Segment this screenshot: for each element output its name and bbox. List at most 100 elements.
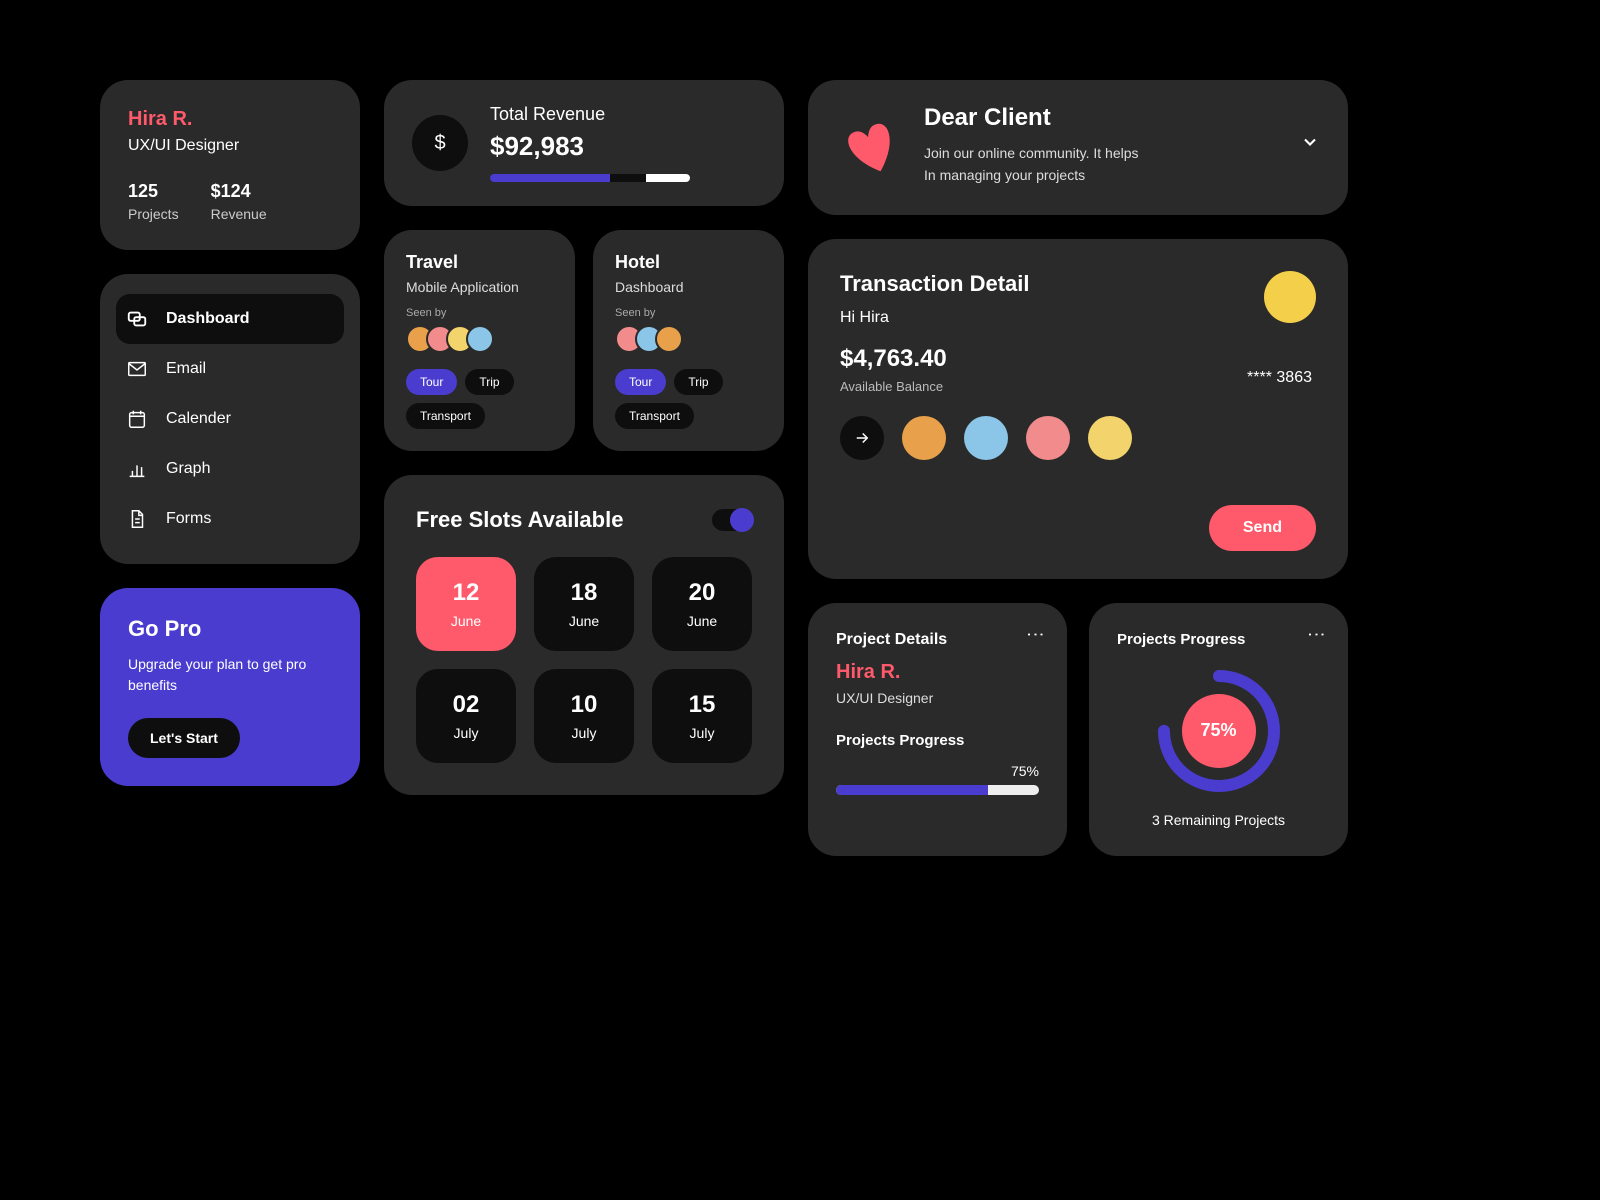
category-title: Travel bbox=[406, 252, 553, 273]
email-icon bbox=[126, 358, 148, 380]
slot-item[interactable]: 12 June bbox=[416, 557, 516, 651]
revenue-title: Total Revenue bbox=[490, 104, 690, 125]
profile-name: Hira R. bbox=[128, 108, 332, 131]
progress-ring-percent: 75% bbox=[1182, 694, 1256, 768]
slot-month: June bbox=[662, 613, 742, 629]
project-details-name: Hira R. bbox=[836, 661, 1039, 684]
tag-trip[interactable]: Trip bbox=[465, 369, 513, 395]
progress-ring-card: ⋮ Projects Progress 75% 3 Remaining Proj… bbox=[1089, 603, 1348, 856]
remaining-projects: 3 Remaining Projects bbox=[1152, 812, 1285, 828]
category-subtitle: Mobile Application bbox=[406, 279, 553, 295]
gopro-card: Go Pro Upgrade your plan to get pro bene… bbox=[100, 588, 360, 786]
more-icon[interactable]: ⋮ bbox=[1306, 625, 1327, 645]
slot-month: June bbox=[426, 613, 506, 629]
nav-item-calender[interactable]: Calender bbox=[116, 394, 344, 444]
transaction-title: Transaction Detail bbox=[840, 271, 1316, 297]
contact-avatar[interactable] bbox=[902, 416, 946, 460]
dollar-icon: $ bbox=[412, 115, 468, 171]
gopro-start-button[interactable]: Let's Start bbox=[128, 718, 240, 758]
slot-item[interactable]: 18 June bbox=[534, 557, 634, 651]
tag-transport[interactable]: Transport bbox=[406, 403, 485, 429]
slot-day: 02 bbox=[426, 691, 506, 719]
profile-role: UX/UI Designer bbox=[128, 137, 332, 155]
tag-tour[interactable]: Tour bbox=[406, 369, 457, 395]
nav-card: Dashboard Email Calender Graph bbox=[100, 274, 360, 564]
revenue-value: $124 bbox=[211, 181, 267, 202]
gopro-title: Go Pro bbox=[128, 616, 332, 642]
graph-icon bbox=[126, 458, 148, 480]
nav-item-dashboard[interactable]: Dashboard bbox=[116, 294, 344, 344]
chevron-down-icon[interactable] bbox=[1300, 132, 1320, 158]
client-banner[interactable]: Dear Client Join our online community. I… bbox=[808, 80, 1348, 215]
slot-day: 12 bbox=[426, 579, 506, 607]
seen-by-avatars bbox=[615, 325, 762, 353]
progress-heading: Projects Progress bbox=[836, 732, 1039, 749]
tag-trip[interactable]: Trip bbox=[674, 369, 722, 395]
projects-count: 125 bbox=[128, 181, 179, 202]
category-subtitle: Dashboard bbox=[615, 279, 762, 295]
slot-day: 15 bbox=[662, 691, 742, 719]
slot-day: 10 bbox=[544, 691, 624, 719]
project-details-card: ⋮ Project Details Hira R. UX/UI Designer… bbox=[808, 603, 1067, 856]
nav-label: Calender bbox=[166, 410, 231, 428]
slot-day: 18 bbox=[544, 579, 624, 607]
slot-item[interactable]: 15 July bbox=[652, 669, 752, 763]
slot-month: July bbox=[426, 725, 506, 741]
progress-ring: 75% bbox=[1154, 666, 1284, 796]
revenue-card: $ Total Revenue $92,983 bbox=[384, 80, 784, 206]
avatar[interactable] bbox=[1264, 271, 1316, 323]
progress-bar bbox=[836, 785, 1039, 795]
transaction-card: Transaction Detail Hi Hira $4,763.40 Ava… bbox=[808, 239, 1348, 579]
heart-icon bbox=[836, 110, 906, 180]
progress-percent: 75% bbox=[836, 763, 1039, 779]
profile-card: Hira R. UX/UI Designer 125 Projects $124… bbox=[100, 80, 360, 250]
contact-avatar[interactable] bbox=[964, 416, 1008, 460]
category-card-travel[interactable]: Travel Mobile Application Seen by Tour T… bbox=[384, 230, 575, 451]
category-title: Hotel bbox=[615, 252, 762, 273]
category-card-hotel[interactable]: Hotel Dashboard Seen by Tour Trip Transp… bbox=[593, 230, 784, 451]
banner-line1: Join our online community. It helps bbox=[924, 145, 1139, 161]
progress-ring-title: Projects Progress bbox=[1117, 631, 1245, 648]
tag-tour[interactable]: Tour bbox=[615, 369, 666, 395]
project-details-title: Project Details bbox=[836, 631, 1039, 649]
slot-month: July bbox=[662, 725, 742, 741]
slots-toggle[interactable] bbox=[712, 509, 752, 531]
contact-avatar[interactable] bbox=[1088, 416, 1132, 460]
balance-amount: $4,763.40 bbox=[840, 345, 1316, 373]
banner-title: Dear Client bbox=[924, 104, 1282, 132]
seen-by-label: Seen by bbox=[406, 307, 553, 319]
project-details-role: UX/UI Designer bbox=[836, 690, 1039, 706]
forms-icon bbox=[126, 508, 148, 530]
gopro-desc: Upgrade your plan to get pro benefits bbox=[128, 654, 332, 696]
nav-label: Dashboard bbox=[166, 310, 250, 328]
banner-line2: In managing your projects bbox=[924, 167, 1085, 183]
nav-label: Email bbox=[166, 360, 206, 378]
slot-item[interactable]: 10 July bbox=[534, 669, 634, 763]
seen-by-label: Seen by bbox=[615, 307, 762, 319]
revenue-label: Revenue bbox=[211, 206, 267, 222]
slots-title: Free Slots Available bbox=[416, 507, 623, 533]
transaction-greeting: Hi Hira bbox=[840, 309, 1316, 327]
nav-label: Graph bbox=[166, 460, 210, 478]
calendar-icon bbox=[126, 408, 148, 430]
tag-transport[interactable]: Transport bbox=[615, 403, 694, 429]
dashboard-icon bbox=[126, 308, 148, 330]
balance-label: Available Balance bbox=[840, 379, 1316, 394]
slot-item[interactable]: 20 June bbox=[652, 557, 752, 651]
seen-by-avatars bbox=[406, 325, 553, 353]
nav-item-graph[interactable]: Graph bbox=[116, 444, 344, 494]
slot-month: July bbox=[544, 725, 624, 741]
card-mask: **** 3863 bbox=[1247, 369, 1312, 387]
revenue-progress-bar bbox=[490, 174, 690, 182]
slot-month: June bbox=[544, 613, 624, 629]
slot-day: 20 bbox=[662, 579, 742, 607]
nav-item-email[interactable]: Email bbox=[116, 344, 344, 394]
more-icon[interactable]: ⋮ bbox=[1025, 625, 1046, 645]
slots-card: Free Slots Available 12 June 18 June 20 … bbox=[384, 475, 784, 795]
slot-item[interactable]: 02 July bbox=[416, 669, 516, 763]
nav-item-forms[interactable]: Forms bbox=[116, 494, 344, 544]
contact-avatar[interactable] bbox=[1026, 416, 1070, 460]
nav-label: Forms bbox=[166, 510, 211, 528]
arrow-right-button[interactable] bbox=[840, 416, 884, 460]
send-button[interactable]: Send bbox=[1209, 505, 1316, 551]
